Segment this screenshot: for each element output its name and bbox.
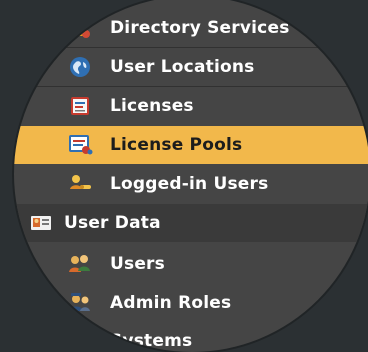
- sidebar-item-systems[interactable]: Systems: [14, 322, 368, 352]
- sidebar-item-label: Users: [110, 254, 165, 274]
- sidebar-item-admin-roles[interactable]: Admin Roles: [14, 284, 368, 322]
- sidebar-item-label: Directory Services: [110, 18, 290, 38]
- directory-services-icon: [66, 16, 94, 40]
- sidebar-item-label: Licenses: [110, 96, 194, 116]
- sidebar-group-label: User Data: [64, 213, 161, 233]
- sidebar-group-user-data[interactable]: User Data: [14, 204, 368, 242]
- magnified-sidebar-view: Directory Services User Locations Licens…: [14, 0, 368, 352]
- sidebar-item-logged-in-users[interactable]: Logged-in Users: [14, 165, 368, 203]
- user-data-card-icon: [30, 211, 52, 235]
- sidebar-item-license-pools[interactable]: License Pools: [14, 126, 368, 164]
- users-icon: [66, 252, 94, 276]
- sidebar-item-label: Logged-in Users: [110, 174, 269, 194]
- sidebar-item-licenses[interactable]: Licenses: [14, 87, 368, 125]
- screenshot-stage: Directory Services User Locations Licens…: [0, 0, 368, 352]
- globe-icon: [66, 55, 94, 79]
- license-pools-icon: [66, 133, 94, 157]
- sidebar-item-label: License Pools: [110, 135, 243, 155]
- license-certificate-icon: [66, 94, 94, 118]
- sidebar-item-label: Admin Roles: [110, 293, 232, 313]
- sidebar-item-label: User Locations: [110, 57, 255, 77]
- sidebar-item-label: Systems: [110, 331, 193, 351]
- admin-roles-icon: [66, 291, 94, 315]
- sidebar-item-user-locations[interactable]: User Locations: [14, 48, 368, 86]
- systems-icon: [66, 329, 94, 352]
- sidebar-item-directory-services[interactable]: Directory Services: [14, 9, 368, 47]
- logged-in-users-icon: [66, 172, 94, 196]
- sidebar-item-users[interactable]: Users: [14, 245, 368, 283]
